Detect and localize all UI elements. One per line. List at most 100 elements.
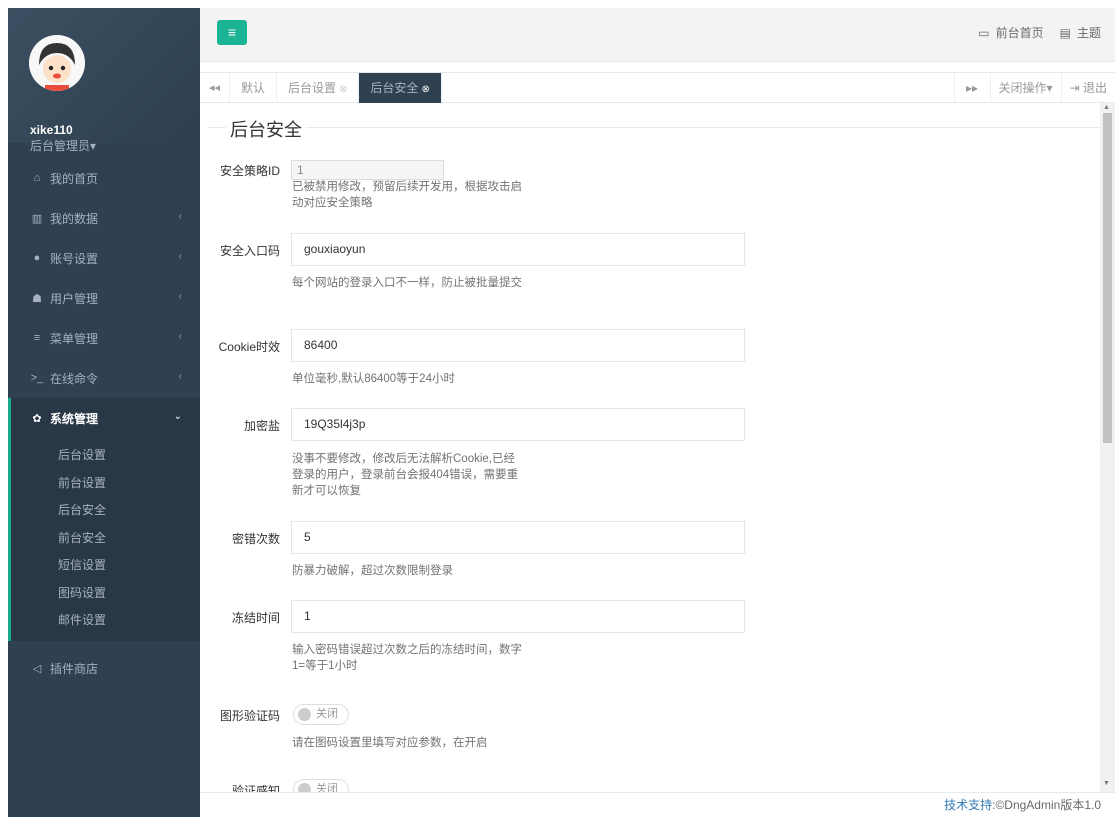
- sidebar-item-system[interactable]: ✿ 系统管理 ⌄: [8, 398, 200, 438]
- field-help: 单位毫秒,默认86400等于24小时: [292, 373, 455, 385]
- sidebar-item-label: 插件商店: [50, 662, 99, 676]
- theme-link[interactable]: ▤ 主题: [1060, 24, 1101, 41]
- scroll-down-icon[interactable]: ▼: [1103, 780, 1110, 787]
- user-role-label: 后台管理员: [30, 139, 91, 153]
- field-label: 密错次数: [231, 532, 280, 546]
- home-icon: ⌂: [33, 172, 41, 184]
- tab-backend-settings[interactable]: 后台设置 ⊗: [277, 73, 360, 103]
- field-help: 没事不要修改，修改后无法解析Cookie,已经登录的用户，登录前台会报404错误…: [292, 453, 519, 497]
- close-icon[interactable]: ⊗: [339, 84, 347, 95]
- terminal-icon: >_: [30, 372, 44, 384]
- tab-scroll-right-button[interactable]: ▸▸: [953, 73, 990, 103]
- submenu-item-backend-security[interactable]: 后台安全: [11, 497, 200, 525]
- tab-actions: ▸▸ 关闭操作▾ ⇥ 退出: [953, 73, 1115, 103]
- field-label: 验证感知: [231, 784, 280, 792]
- submenu-item-mail-settings[interactable]: 邮件设置: [11, 607, 200, 635]
- username: xike110: [30, 123, 73, 137]
- user-icon: ●: [33, 252, 41, 264]
- sidebar-item-label: 系统管理: [50, 411, 99, 426]
- freeze-time-input[interactable]: 1: [291, 600, 745, 633]
- users-icon: ☗: [32, 292, 42, 305]
- section-divider: [208, 127, 1100, 128]
- chevron-left-icon: ‹: [178, 291, 182, 302]
- chevron-left-icon: ‹: [178, 211, 182, 222]
- sidebar-item-label: 用户管理: [50, 291, 99, 306]
- chevron-left-icon: ‹: [178, 331, 182, 342]
- sidebar-item-label: 在线命令: [50, 371, 99, 386]
- gear-icon: ✿: [32, 412, 42, 425]
- field-label: 安全入口码: [219, 244, 280, 258]
- toggle-knob: [298, 783, 311, 792]
- submenu-item-captcha-settings[interactable]: 图码设置: [11, 580, 200, 608]
- sidebar-menu: ⌂ 我的首页 ▥ 我的数据 ‹ ● 账号设置 ‹ ☗ 用户管理 ‹ ≡ 菜单管理…: [8, 158, 200, 689]
- avatar[interactable]: [29, 35, 85, 91]
- section-title: 后台安全: [226, 116, 306, 142]
- field-help: 每个网站的登录入口不一样，防止被批量提交: [292, 277, 522, 289]
- field-label: 安全策略ID: [219, 164, 280, 178]
- scroll-up-icon[interactable]: ▲: [1103, 104, 1110, 111]
- main-content: 后台安全 安全策略ID 1 已被禁用修改，预留后续开发用，根据攻击启动对应安全策…: [200, 103, 1100, 792]
- toggle-knob: [298, 708, 311, 721]
- sidebar-item-my-data[interactable]: ▥ 我的数据 ‹: [8, 198, 200, 238]
- logout-icon: ⇥: [1069, 81, 1080, 95]
- chevron-left-icon: ‹: [178, 251, 182, 262]
- close-operations-label: 关闭操作: [998, 81, 1047, 95]
- close-icon[interactable]: ⊗: [421, 84, 429, 95]
- entry-code-input[interactable]: gouxiaoyun: [291, 233, 745, 266]
- tab-label: 后台设置: [288, 81, 337, 95]
- list-icon: ≡: [33, 332, 41, 344]
- submenu-item-sms-settings[interactable]: 短信设置: [11, 552, 200, 580]
- captcha-toggle[interactable]: 关闭: [293, 704, 349, 725]
- sidebar-item-label: 账号设置: [50, 251, 99, 266]
- chevron-down-icon: ⌄: [173, 411, 182, 422]
- sidebar-item-menus[interactable]: ≡ 菜单管理 ‹: [8, 318, 200, 358]
- chevron-left-icon: ‹: [178, 371, 182, 382]
- toggle-label: 关闭: [316, 783, 338, 792]
- sidebar-item-label: 菜单管理: [50, 331, 99, 346]
- tab-backend-security[interactable]: 后台安全 ⊗: [359, 73, 442, 103]
- salt-input[interactable]: 19Q35l4j3p: [291, 408, 745, 441]
- top-bar: ≡ ▭ 前台首页 ▤ 主题: [200, 8, 1115, 62]
- content-scrollbar[interactable]: ▲ ▼: [1100, 103, 1115, 792]
- tab-label: 默认: [241, 81, 266, 95]
- sidebar-item-account[interactable]: ● 账号设置 ‹: [8, 238, 200, 278]
- sidebar-item-label: 我的数据: [50, 211, 99, 226]
- submenu-item-frontend-settings[interactable]: 前台设置: [11, 470, 200, 498]
- verify-sense-toggle[interactable]: 关闭: [293, 779, 349, 792]
- logout-button[interactable]: ⇥ 退出: [1060, 73, 1115, 103]
- support-link[interactable]: 技术支持: [944, 798, 992, 812]
- caret-down-icon: ▾: [1046, 81, 1053, 95]
- sidebar-item-home[interactable]: ⌂ 我的首页: [8, 158, 200, 198]
- sidebar-item-plugin-store[interactable]: ◁ 插件商店: [8, 649, 200, 689]
- tab-scroll-left-button[interactable]: ◂◂: [200, 73, 230, 103]
- field-label: 图形验证码: [219, 709, 280, 723]
- tab-default[interactable]: 默认: [230, 73, 278, 103]
- close-operations-dropdown[interactable]: 关闭操作▾: [989, 73, 1061, 103]
- bar-chart-icon: ▥: [31, 212, 43, 225]
- field-help: 请在图码设置里填写对应参数，在开启: [292, 737, 488, 749]
- theme-label: 主题: [1076, 26, 1101, 40]
- sidebar-item-commands[interactable]: >_ 在线命令 ‹: [8, 358, 200, 398]
- max-attempts-input[interactable]: 5: [291, 521, 745, 554]
- caret-down-icon: ▾: [90, 139, 97, 153]
- scrollbar-thumb[interactable]: [1103, 113, 1112, 443]
- sidebar-item-label: 我的首页: [50, 171, 99, 186]
- front-home-label: 前台首页: [995, 26, 1044, 40]
- toggle-label: 关闭: [316, 708, 338, 720]
- user-role-dropdown[interactable]: 后台管理员▾: [30, 137, 96, 154]
- system-submenu: 后台设置 前台设置 后台安全 前台安全 短信设置 图码设置 邮件设置: [8, 438, 200, 641]
- field-label: Cookie时效: [218, 340, 280, 354]
- sidebar: xike110 后台管理员▾ ⌂ 我的首页 ▥ 我的数据 ‹ ● 账号设置 ‹ …: [8, 8, 200, 817]
- sidebar-item-users[interactable]: ☗ 用户管理 ‹: [8, 278, 200, 318]
- submenu-item-frontend-security[interactable]: 前台安全: [11, 525, 200, 553]
- tab-label: 后台安全: [370, 81, 419, 95]
- policy-id-input: 1: [291, 160, 444, 180]
- top-right-links: ▭ 前台首页 ▤ 主题: [978, 24, 1101, 41]
- cookie-ttl-input[interactable]: 86400: [291, 329, 745, 362]
- field-help: 防暴力破解，超过次数限制登录: [292, 565, 453, 577]
- front-home-link[interactable]: ▭ 前台首页: [978, 24, 1043, 41]
- send-icon: ◁: [32, 663, 42, 675]
- menu-toggle-button[interactable]: ≡: [217, 20, 247, 45]
- footer: 技术支持:©DngAdmin版本1.0: [200, 792, 1115, 817]
- submenu-item-backend-settings[interactable]: 后台设置: [11, 442, 200, 470]
